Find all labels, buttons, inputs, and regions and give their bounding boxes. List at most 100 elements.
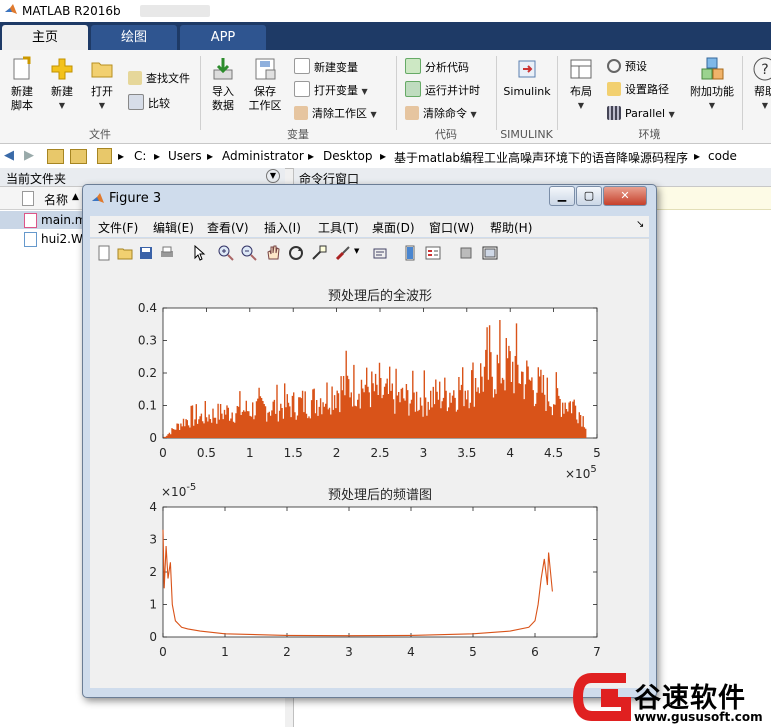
menu-tools[interactable]: 工具(T) — [318, 219, 359, 236]
breadcrumb-code[interactable]: code — [708, 149, 737, 163]
run-and-time-button[interactable]: 运行并计时 — [405, 81, 480, 99]
tab-plots-label: 绘图 — [120, 30, 147, 45]
open-variable-label: 打开变量 — [314, 84, 358, 97]
chart-1 — [162, 307, 598, 439]
add-ons-cubes-icon — [699, 56, 725, 82]
panel-actions-icon[interactable]: ▼ — [266, 169, 280, 183]
help-button[interactable]: ? 帮助 ▼ — [745, 56, 771, 113]
breadcrumb-users[interactable]: Users — [168, 149, 202, 163]
brush-icon[interactable] — [335, 245, 351, 261]
browse-folder-icon[interactable] — [70, 149, 87, 164]
open-variable-button[interactable]: 打开变量 ▼ — [294, 81, 368, 99]
tab-plots[interactable]: 绘图 — [91, 25, 177, 50]
m-file-icon — [24, 213, 37, 228]
plot-area — [162, 506, 598, 638]
help-question-icon: ? — [752, 56, 771, 82]
new-figure-icon[interactable] — [96, 245, 112, 261]
forward-arrow-icon[interactable]: ▶ — [24, 148, 34, 163]
layout-button[interactable]: 布局 ▼ — [559, 56, 603, 113]
clear-workspace-button[interactable]: 清除工作区 ▼ — [294, 105, 377, 123]
chevron-down-icon: ▼ — [708, 101, 716, 110]
zoom-in-icon[interactable] — [218, 245, 234, 261]
breadcrumb-desktop[interactable]: Desktop — [323, 149, 373, 163]
menu-help[interactable]: 帮助(H) — [490, 219, 532, 236]
analyze-code-button[interactable]: 分析代码 — [405, 58, 469, 76]
y-axis-multiplier: ×10-5 — [161, 482, 196, 499]
data-cursor-icon[interactable] — [311, 245, 327, 261]
rotate-icon[interactable] — [288, 245, 304, 261]
back-arrow-icon[interactable]: ◀ — [4, 148, 14, 163]
figure-toolbar: ▼ — [90, 238, 649, 269]
maximize-button[interactable]: ▢ — [576, 186, 602, 206]
figure-title: Figure 3 — [109, 191, 162, 206]
preferences-label: 预设 — [625, 60, 647, 73]
help-label: 帮助 — [754, 85, 771, 98]
new-plus-icon — [49, 56, 75, 82]
watermark-url: www.gususoft.com — [634, 710, 763, 724]
breadcrumb-project-folder[interactable]: 基于matlab编程工业高噪声环境下的语音降噪源码程序 — [394, 149, 688, 166]
simulink-button[interactable]: Simulink — [501, 56, 553, 99]
new-variable-button[interactable]: 新建变量 — [294, 58, 358, 76]
x-tick-label: 0 — [159, 446, 167, 460]
menu-window[interactable]: 窗口(W) — [429, 219, 474, 236]
matlab-logo-icon — [92, 193, 104, 203]
menu-edit[interactable]: 编辑(E) — [153, 219, 194, 236]
tab-home-label: 主页 — [31, 30, 58, 45]
print-icon[interactable] — [159, 245, 175, 261]
find-files-button[interactable]: 查找文件 — [128, 70, 190, 88]
open-button[interactable]: 打开 ▼ — [80, 56, 124, 113]
ribbon-separator — [742, 56, 743, 130]
y-tick-label: 4 — [149, 500, 157, 514]
save-workspace-button[interactable]: 保存 工作区 — [243, 56, 287, 113]
preferences-button[interactable]: 预设 — [607, 58, 647, 76]
menu-view[interactable]: 查看(V) — [207, 219, 249, 236]
x-tick-label: 1 — [246, 446, 254, 460]
breadcrumb-separator: ▸ — [308, 149, 315, 163]
save-icon[interactable] — [138, 245, 154, 261]
hide-tools-icon[interactable] — [458, 245, 474, 261]
menu-file[interactable]: 文件(F) — [98, 219, 138, 236]
x-tick-label: 1 — [221, 645, 229, 659]
compare-button[interactable]: 比较 — [128, 94, 170, 112]
chevron-down-icon[interactable]: ▼ — [354, 247, 359, 255]
legend-icon[interactable] — [425, 245, 441, 261]
close-button[interactable]: ✕ — [603, 186, 647, 206]
x-tick-label: 6 — [531, 645, 539, 659]
ribbon-tab-bar: 主页 绘图 APP — [0, 22, 771, 50]
link-icon[interactable] — [372, 245, 388, 261]
menu-overflow-icon[interactable]: ↘ — [636, 219, 644, 230]
pointer-icon[interactable] — [191, 245, 207, 261]
chart-title: 预处理后的全波形 — [328, 288, 432, 304]
menu-insert[interactable]: 插入(I) — [264, 219, 301, 236]
new-button[interactable]: 新建 ▼ — [40, 56, 84, 113]
simulink-icon — [514, 56, 540, 82]
breadcrumb-c-drive[interactable]: C: — [134, 149, 146, 163]
open-file-icon[interactable] — [117, 245, 133, 261]
new-script-button[interactable]: 新建 脚本 — [0, 56, 44, 113]
analyze-code-label: 分析代码 — [425, 61, 469, 74]
add-ons-button[interactable]: 附加功能 ▼ — [686, 56, 738, 113]
tab-home[interactable]: 主页 — [2, 25, 88, 50]
x-tick-label: 4 — [407, 645, 415, 659]
drive-folder-icon — [97, 148, 112, 164]
menu-desktop[interactable]: 桌面(D) — [372, 219, 415, 236]
parallel-button[interactable]: Parallel ▼ — [607, 105, 675, 123]
x-tick-label: 3 — [420, 446, 428, 460]
compare-label: 比较 — [148, 97, 170, 110]
pan-hand-icon[interactable] — [265, 245, 281, 261]
set-path-button[interactable]: 设置路径 — [607, 81, 669, 99]
tab-apps[interactable]: APP — [180, 25, 266, 50]
zoom-out-icon[interactable] — [241, 245, 257, 261]
import-data-button[interactable]: 导入 数据 — [201, 56, 245, 113]
breadcrumb-separator: ▸ — [118, 149, 125, 163]
up-folder-icon[interactable] — [47, 149, 64, 164]
breadcrumb-administrator[interactable]: Administrator — [222, 149, 304, 163]
close-icon: ✕ — [620, 189, 630, 202]
ribbon-separator — [496, 56, 497, 130]
find-files-icon — [128, 71, 142, 85]
minimize-button[interactable]: ▁ — [549, 186, 575, 206]
clear-commands-button[interactable]: 清除命令 ▼ — [405, 105, 477, 123]
layout-label: 布局 — [570, 85, 592, 98]
colorbar-icon[interactable] — [402, 245, 418, 261]
dock-icon[interactable] — [482, 245, 498, 261]
